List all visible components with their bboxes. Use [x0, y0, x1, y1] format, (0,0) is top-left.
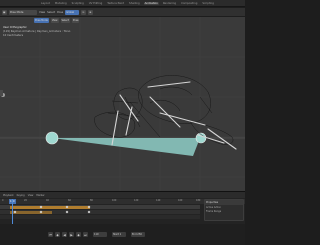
- prev-keyframe-icon[interactable]: ◆: [55, 232, 60, 237]
- action-track[interactable]: [0, 215, 200, 219]
- current-frame-field[interactable]: 119: [93, 232, 107, 237]
- timeline-menu-playback[interactable]: Playback: [3, 194, 14, 197]
- tab-rendering[interactable]: Rendering: [162, 2, 177, 5]
- ruler-label: 180: [196, 199, 201, 202]
- 3d-viewport[interactable]: Pose Mode View Select Pose User Orthogra…: [0, 17, 245, 191]
- ruler-label: 60: [68, 199, 71, 202]
- ruler-label: 40: [46, 199, 49, 202]
- timeline-menu-marker[interactable]: Marker: [36, 194, 44, 197]
- scale-info: 10 Centimeters: [3, 34, 24, 37]
- viewport-select-menu[interactable]: Select: [60, 18, 70, 23]
- menu-select[interactable]: Select: [47, 11, 55, 14]
- ruler-label: 80: [90, 199, 93, 202]
- tab-animation[interactable]: Animation: [143, 1, 159, 5]
- viewport-view-menu[interactable]: View: [50, 18, 59, 23]
- timeline-menu-keying[interactable]: Keying: [17, 194, 25, 197]
- ruler-label: 0: [2, 199, 4, 202]
- character-wireframe: [94, 75, 234, 145]
- ruler-label: 120: [134, 199, 139, 202]
- root-bone-left: [45, 131, 59, 145]
- panel-row[interactable]: Active Action: [205, 206, 243, 209]
- tab-compositing[interactable]: Compositing: [180, 2, 198, 5]
- play-icon[interactable]: ▶: [69, 232, 74, 237]
- mode-selector[interactable]: Pose Mode: [9, 9, 37, 15]
- viewport-mode-button[interactable]: Pose Mode: [34, 18, 49, 23]
- keyframe[interactable]: [65, 210, 69, 214]
- viewport-pose-menu[interactable]: Pose: [71, 18, 80, 23]
- panel-title: Properties: [205, 200, 243, 205]
- tab-shading[interactable]: Shading: [128, 2, 141, 5]
- timeline-menu-view[interactable]: View: [28, 194, 34, 197]
- tab-layout[interactable]: Layout: [40, 2, 51, 5]
- toolbar-toggle[interactable]: [0, 90, 3, 96]
- scene-canvas: [0, 17, 245, 191]
- editor-header: ▣ Pose Mode View Select Pose Global ⊙ ⊕: [0, 8, 245, 16]
- action-track[interactable]: [0, 210, 200, 214]
- tab-scripting[interactable]: Scripting: [201, 2, 215, 5]
- panel-row[interactable]: Frame Range: [205, 210, 243, 213]
- end-frame-field[interactable]: End 250: [131, 232, 145, 237]
- transform-orientation[interactable]: Global: [65, 9, 80, 15]
- action-track[interactable]: [0, 205, 200, 209]
- ruler-label: 100: [112, 199, 117, 202]
- tab-texture-paint[interactable]: Texture Paint: [106, 2, 125, 5]
- ruler-label: 140: [156, 199, 161, 202]
- action-strip[interactable]: [10, 205, 90, 209]
- jump-end-icon[interactable]: ⏭: [83, 232, 88, 237]
- timeline-side-panel: Properties Active Action Frame Range: [204, 199, 244, 221]
- play-reverse-icon[interactable]: ◀: [62, 232, 67, 237]
- workspace-tabs: Layout Modeling Sculpting UV Editing Tex…: [0, 0, 245, 7]
- viewport-overlay-text: User Orthographic (119) Rayman Armature …: [3, 26, 70, 38]
- snap-icon[interactable]: ⊕: [88, 9, 94, 15]
- keyframe[interactable]: [87, 210, 91, 214]
- next-keyframe-icon[interactable]: ◆: [76, 232, 81, 237]
- editor-type-icon[interactable]: ▣: [2, 9, 7, 15]
- tab-uv-editing[interactable]: UV Editing: [88, 2, 104, 5]
- ruler-label: 160: [178, 199, 183, 202]
- ruler-label: 20: [24, 199, 27, 202]
- tab-modeling[interactable]: Modeling: [54, 2, 68, 5]
- viewport-toolbar: Pose Mode View Select Pose: [34, 18, 80, 23]
- tab-sculpting[interactable]: Sculpting: [71, 2, 85, 5]
- playback-controls: ⏮ ◆ ◀ ▶ ◆ ⏭ 119 Start 1 End 250: [0, 224, 245, 245]
- floor-plane: [52, 138, 200, 156]
- jump-start-icon[interactable]: ⏮: [48, 232, 53, 237]
- pivot-icon[interactable]: ⊙: [81, 9, 87, 15]
- menu-pose[interactable]: Pose: [57, 11, 63, 14]
- menu-view[interactable]: View: [39, 11, 45, 14]
- start-frame-field[interactable]: Start 1: [112, 232, 126, 237]
- timeline-header: Playback Keying View Marker: [0, 192, 245, 198]
